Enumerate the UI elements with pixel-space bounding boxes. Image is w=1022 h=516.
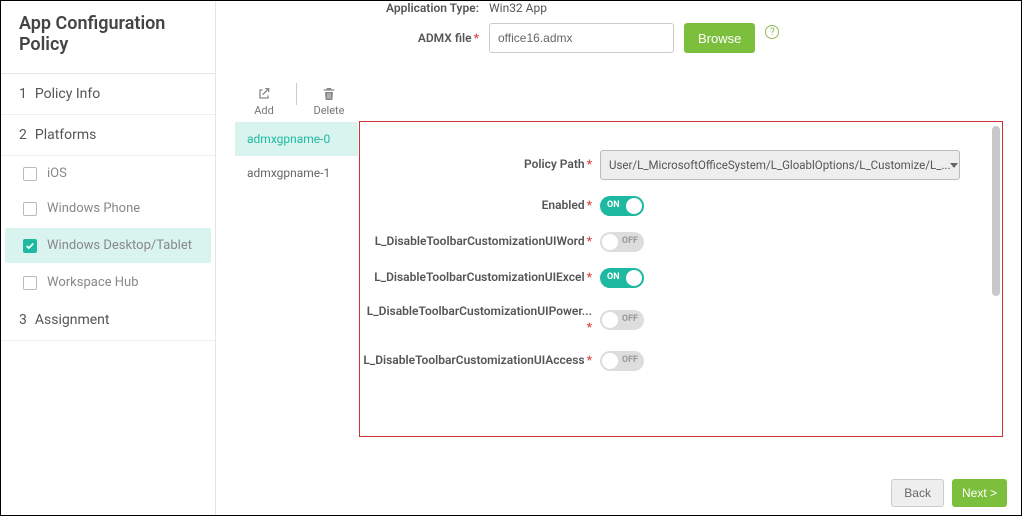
- platform-item-workspace-hub[interactable]: Workspace Hub: [1, 265, 215, 300]
- checkbox-ios[interactable]: [23, 167, 37, 181]
- platform-label: Workspace Hub: [47, 275, 139, 290]
- policy-path-value: User/L_MicrosoftOfficeSystem/L_GloablOpt…: [609, 158, 950, 172]
- application-type-label: Application Type:: [234, 1, 489, 15]
- checkbox-workspace-hub[interactable]: [23, 276, 37, 290]
- step-number: 3: [19, 312, 27, 328]
- work-area: admxgpname-0 admxgpname-1 Policy Path* U…: [234, 121, 1003, 437]
- toggle-power[interactable]: OFF: [600, 310, 644, 330]
- checkbox-windows-phone[interactable]: [23, 202, 37, 216]
- footer: Back Next >: [891, 479, 1007, 507]
- toggle-word[interactable]: OFF: [600, 232, 644, 252]
- platform-item-ios[interactable]: iOS: [1, 156, 215, 191]
- back-button[interactable]: Back: [891, 479, 944, 507]
- add-button[interactable]: Add: [234, 86, 294, 117]
- admx-file-label: ADMX file*: [234, 31, 489, 45]
- add-icon: [256, 86, 272, 102]
- setting-label-word: L_DisableToolbarCustomizationUIWord*: [360, 234, 600, 250]
- policy-path-select[interactable]: User/L_MicrosoftOfficeSystem/L_GloablOpt…: [600, 150, 960, 180]
- page-title: App Configuration Policy: [1, 1, 215, 74]
- delete-label: Delete: [314, 104, 345, 117]
- step-number: 1: [19, 86, 27, 102]
- browse-button[interactable]: Browse: [684, 23, 755, 53]
- step-number: 2: [19, 127, 27, 143]
- step-platforms[interactable]: 2 Platforms: [1, 115, 215, 156]
- delete-button[interactable]: Delete: [299, 86, 359, 117]
- toggle-text: ON: [607, 200, 620, 210]
- application-type-value: Win32 App: [489, 1, 547, 15]
- gp-item-1[interactable]: admxgpname-1: [235, 156, 358, 190]
- toolbar: Add Delete: [234, 83, 1003, 117]
- step-label: Platforms: [35, 127, 97, 143]
- application-type-row: Application Type: Win32 App: [234, 1, 1003, 15]
- main-panel: Application Type: Win32 App ADMX file* B…: [216, 1, 1021, 515]
- toggle-text: OFF: [622, 236, 638, 246]
- toggle-text: ON: [607, 272, 620, 282]
- toggle-access[interactable]: OFF: [600, 351, 644, 371]
- step-policy-info[interactable]: 1 Policy Info: [1, 74, 215, 115]
- step-label: Assignment: [35, 312, 110, 328]
- setting-label-excel: L_DisableToolbarCustomizationUIExcel*: [360, 270, 600, 286]
- step-assignment[interactable]: 3 Assignment: [1, 300, 215, 341]
- scrollbar-thumb[interactable]: [992, 126, 1000, 296]
- sidebar: App Configuration Policy 1 Policy Info 2…: [1, 1, 216, 515]
- platform-label: Windows Phone: [47, 201, 140, 216]
- add-label: Add: [254, 104, 274, 117]
- gp-item-0[interactable]: admxgpname-0: [235, 122, 358, 156]
- next-button[interactable]: Next >: [952, 479, 1007, 507]
- required-mark: *: [474, 31, 479, 45]
- policy-path-label: Policy Path*: [360, 157, 600, 173]
- help-icon[interactable]: ?: [765, 25, 779, 39]
- enabled-toggle[interactable]: ON: [600, 196, 644, 216]
- platform-item-windows-phone[interactable]: Windows Phone: [1, 191, 215, 226]
- toggle-text: OFF: [622, 314, 638, 324]
- checkbox-windows-desktop[interactable]: [23, 239, 37, 253]
- platform-item-windows-desktop[interactable]: Windows Desktop/Tablet: [5, 228, 211, 263]
- platform-label: iOS: [47, 166, 67, 181]
- gp-list: admxgpname-0 admxgpname-1: [234, 121, 359, 437]
- detail-panel: Policy Path* User/L_MicrosoftOfficeSyste…: [359, 121, 1003, 437]
- platform-label: Windows Desktop/Tablet: [47, 238, 192, 253]
- toggle-text: OFF: [622, 355, 638, 365]
- setting-label-access: L_DisableToolbarCustomizationUIAccess*: [360, 353, 600, 369]
- chevron-down-icon: [950, 163, 958, 168]
- step-label: Policy Info: [35, 86, 100, 102]
- enabled-label: Enabled*: [360, 198, 600, 214]
- toolbar-separator: [296, 83, 297, 105]
- toggle-excel[interactable]: ON: [600, 268, 644, 288]
- setting-label-power: L_DisableToolbarCustomizationUIPower...*: [360, 304, 600, 335]
- trash-icon: [321, 86, 337, 102]
- admx-file-row: ADMX file* Browse ?: [234, 23, 1003, 53]
- admx-file-input[interactable]: [489, 23, 674, 53]
